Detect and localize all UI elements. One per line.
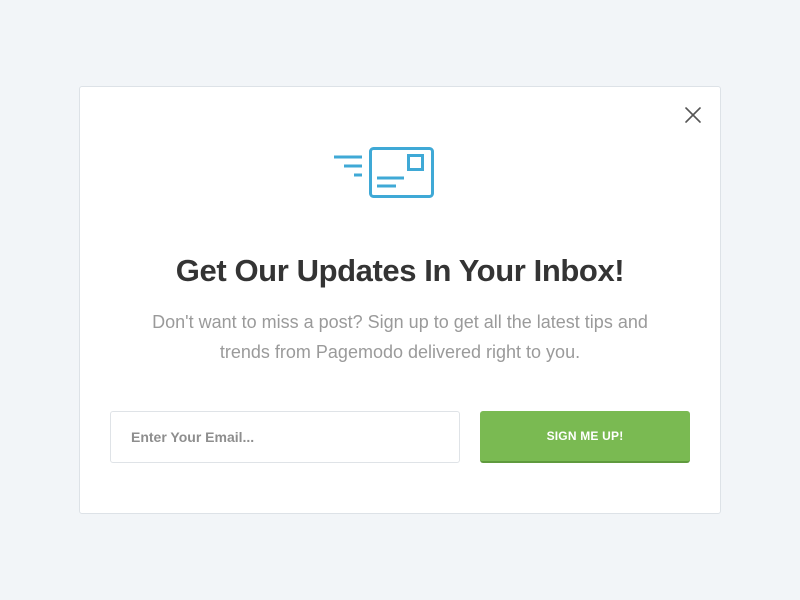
modal-title: Get Our Updates In Your Inbox! <box>175 253 625 288</box>
close-button[interactable] <box>683 105 703 125</box>
close-icon <box>685 107 701 123</box>
email-input[interactable] <box>110 411 460 463</box>
sign-up-button[interactable]: SIGN ME UP! <box>480 411 690 463</box>
envelope-icon <box>332 145 438 205</box>
modal-subtitle: Don't want to miss a post? Sign up to ge… <box>152 312 648 362</box>
signup-modal: Get Our Updates In Your Inbox! Don't wan… <box>79 86 721 514</box>
